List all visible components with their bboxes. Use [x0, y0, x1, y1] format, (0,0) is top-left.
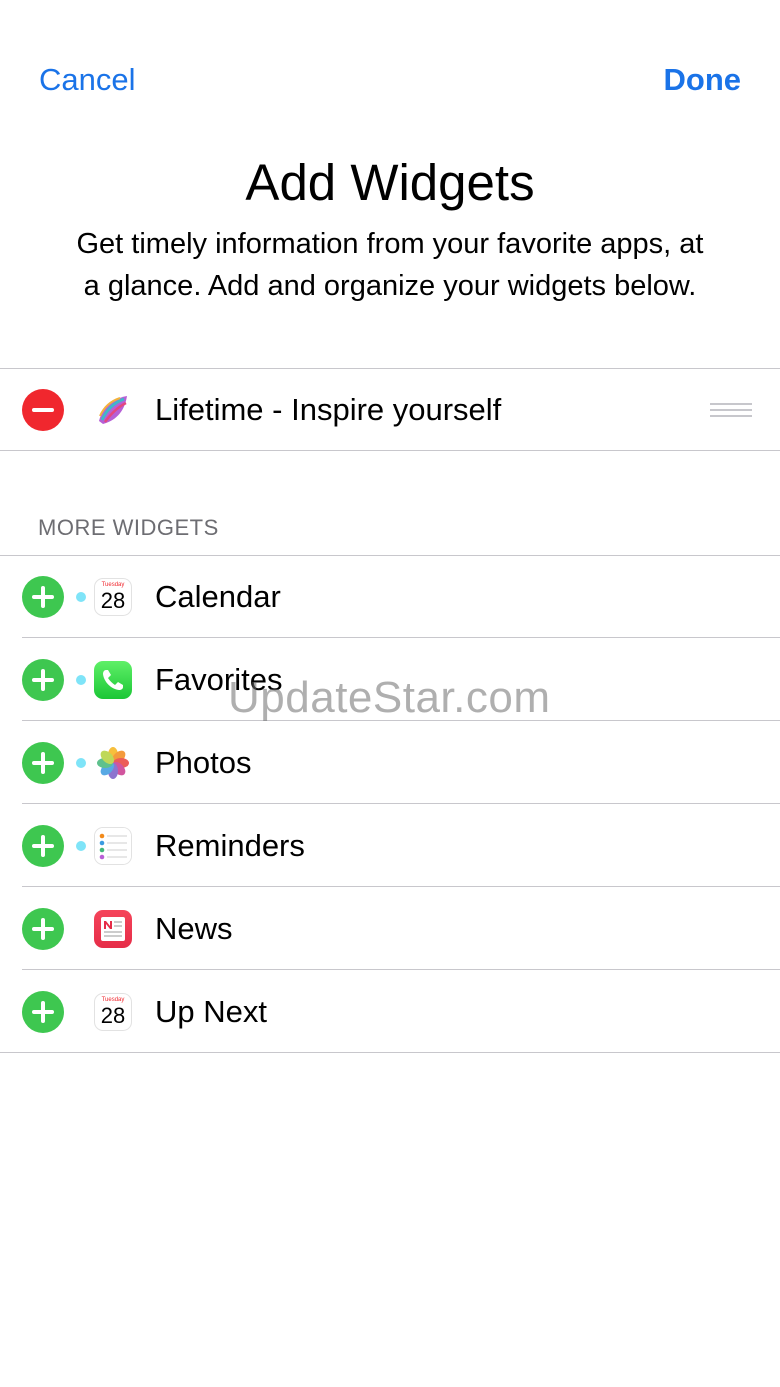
divider: [22, 720, 780, 721]
add-widget-button[interactable]: [22, 825, 64, 867]
add-widget-button[interactable]: [22, 908, 64, 950]
add-widget-button[interactable]: [22, 576, 64, 618]
widget-label: News: [155, 911, 233, 946]
widget-row-favorites: Favorites: [0, 639, 780, 721]
done-button[interactable]: Done: [664, 58, 742, 102]
divider: [22, 969, 780, 970]
calendar-app-icon: Tuesday 28: [94, 578, 132, 616]
widget-row-up-next: Tuesday 28 Up Next: [0, 971, 780, 1053]
new-indicator-dot: [76, 758, 86, 768]
add-widget-button[interactable]: [22, 991, 64, 1033]
widget-row-reminders: Reminders: [0, 805, 780, 887]
divider: [0, 1052, 780, 1053]
divider: [22, 886, 780, 887]
remove-widget-button[interactable]: [22, 389, 64, 431]
divider: [0, 450, 780, 451]
photos-app-icon: [94, 744, 132, 782]
new-indicator-dot: [76, 841, 86, 851]
widget-label: Up Next: [155, 994, 267, 1029]
divider: [22, 637, 780, 638]
calendar-app-icon: Tuesday 28: [94, 993, 132, 1031]
widget-row-calendar: Tuesday 28 Calendar: [0, 556, 780, 638]
nav-bar: Cancel Done: [0, 58, 780, 102]
minus-icon: [32, 408, 54, 412]
add-widget-button[interactable]: [22, 659, 64, 701]
cancel-button[interactable]: Cancel: [39, 58, 136, 102]
page-subtitle: Get timely information from your favorit…: [76, 228, 704, 302]
page-title: Add Widgets: [245, 154, 535, 211]
widget-label: Calendar: [155, 579, 281, 614]
news-app-icon: [94, 910, 132, 948]
widget-label: Reminders: [155, 828, 305, 863]
lifetime-app-icon: [94, 391, 132, 429]
new-indicator-dot: [76, 675, 86, 685]
widget-row-news: News: [0, 888, 780, 970]
reorder-grip-icon[interactable]: [710, 403, 752, 417]
divider: [22, 803, 780, 804]
section-header: MORE WIDGETS: [38, 515, 219, 540]
widget-row-photos: Photos: [0, 722, 780, 804]
widget-label: Photos: [155, 745, 252, 780]
add-widget-button[interactable]: [22, 742, 64, 784]
new-indicator-dot: [76, 592, 86, 602]
widget-label: Lifetime - Inspire yourself: [155, 392, 502, 427]
reminders-app-icon: [94, 827, 132, 865]
phone-app-icon: [94, 661, 132, 699]
active-widget-row: Lifetime - Inspire yourself: [0, 369, 780, 451]
widget-label: Favorites: [155, 662, 283, 697]
